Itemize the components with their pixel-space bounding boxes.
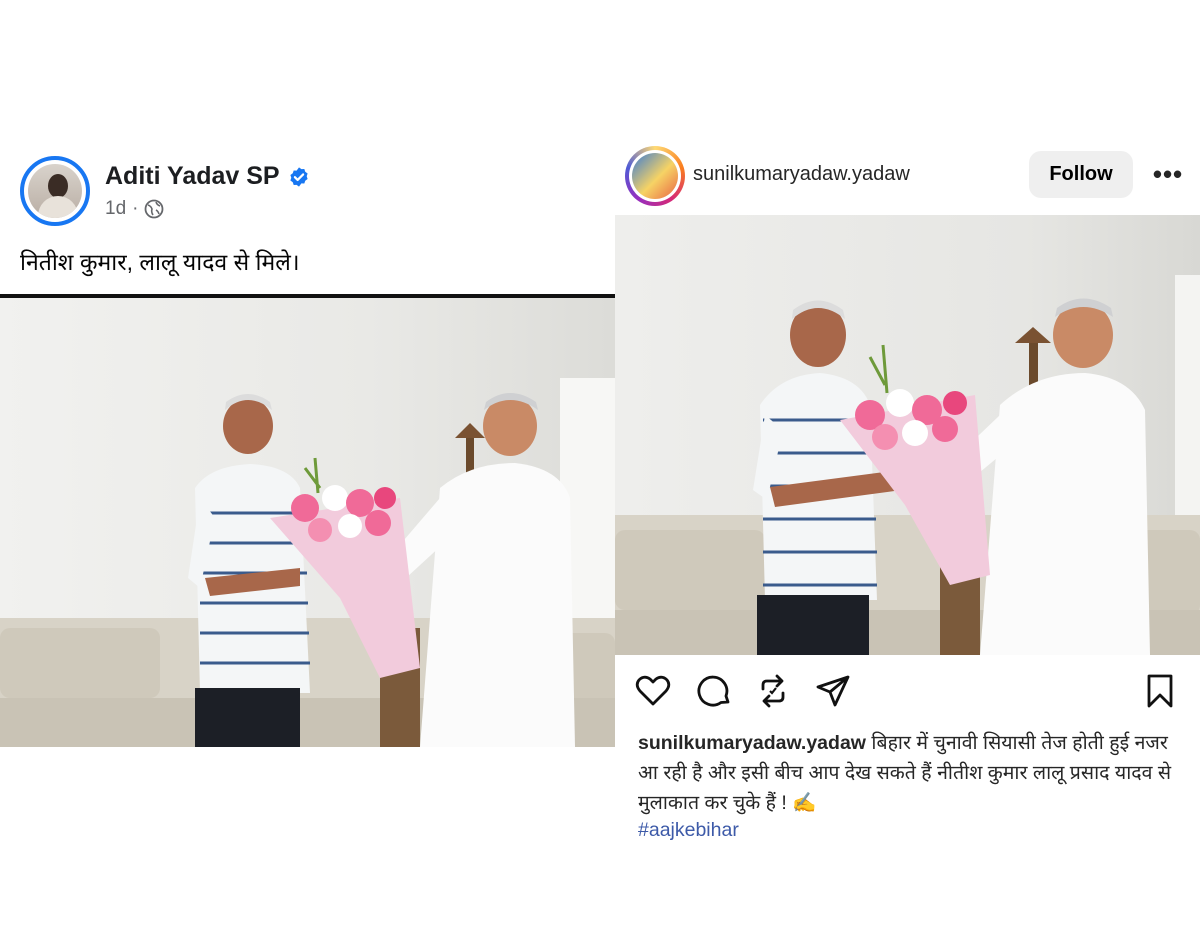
post-photo[interactable] <box>615 215 1200 655</box>
post-time[interactable]: 1d <box>105 198 126 220</box>
post-caption: sunilkumaryadaw.yadaw बिहार में चुनावी स… <box>638 728 1183 818</box>
instagram-post: sunilkumaryadaw.yadaw Follow ••• sunilku… <box>615 0 1200 950</box>
verified-badge-icon <box>289 166 308 187</box>
meta-separator: · <box>132 198 139 219</box>
post-caption: नितीश कुमार, लालू यादव से मिले। <box>20 249 300 275</box>
action-bar <box>615 668 1200 714</box>
globe-icon <box>145 199 164 219</box>
comment-icon[interactable] <box>696 673 732 709</box>
caption-username[interactable]: sunilkumaryadaw.yadaw <box>638 732 866 754</box>
username[interactable]: sunilkumaryadaw.yadaw <box>693 163 910 186</box>
repost-icon[interactable] <box>755 673 791 709</box>
author-name[interactable]: Aditi Yadav SP <box>105 162 280 191</box>
more-options-icon[interactable]: ••• <box>1151 156 1185 192</box>
author-name-row: Aditi Yadav SP <box>105 162 310 191</box>
facebook-post: Aditi Yadav SP 1d · नितीश कुमार, लालू या… <box>0 0 615 950</box>
post-photo[interactable] <box>0 298 615 747</box>
user-avatar[interactable] <box>625 146 685 206</box>
author-avatar[interactable] <box>20 156 90 226</box>
heart-icon[interactable] <box>635 673 671 709</box>
bookmark-icon[interactable] <box>1142 673 1178 709</box>
post-meta: 1d · <box>105 198 164 220</box>
share-icon[interactable] <box>815 673 851 709</box>
follow-button[interactable]: Follow <box>1029 151 1133 198</box>
hashtag-link[interactable]: #aajkebihar <box>638 815 739 845</box>
